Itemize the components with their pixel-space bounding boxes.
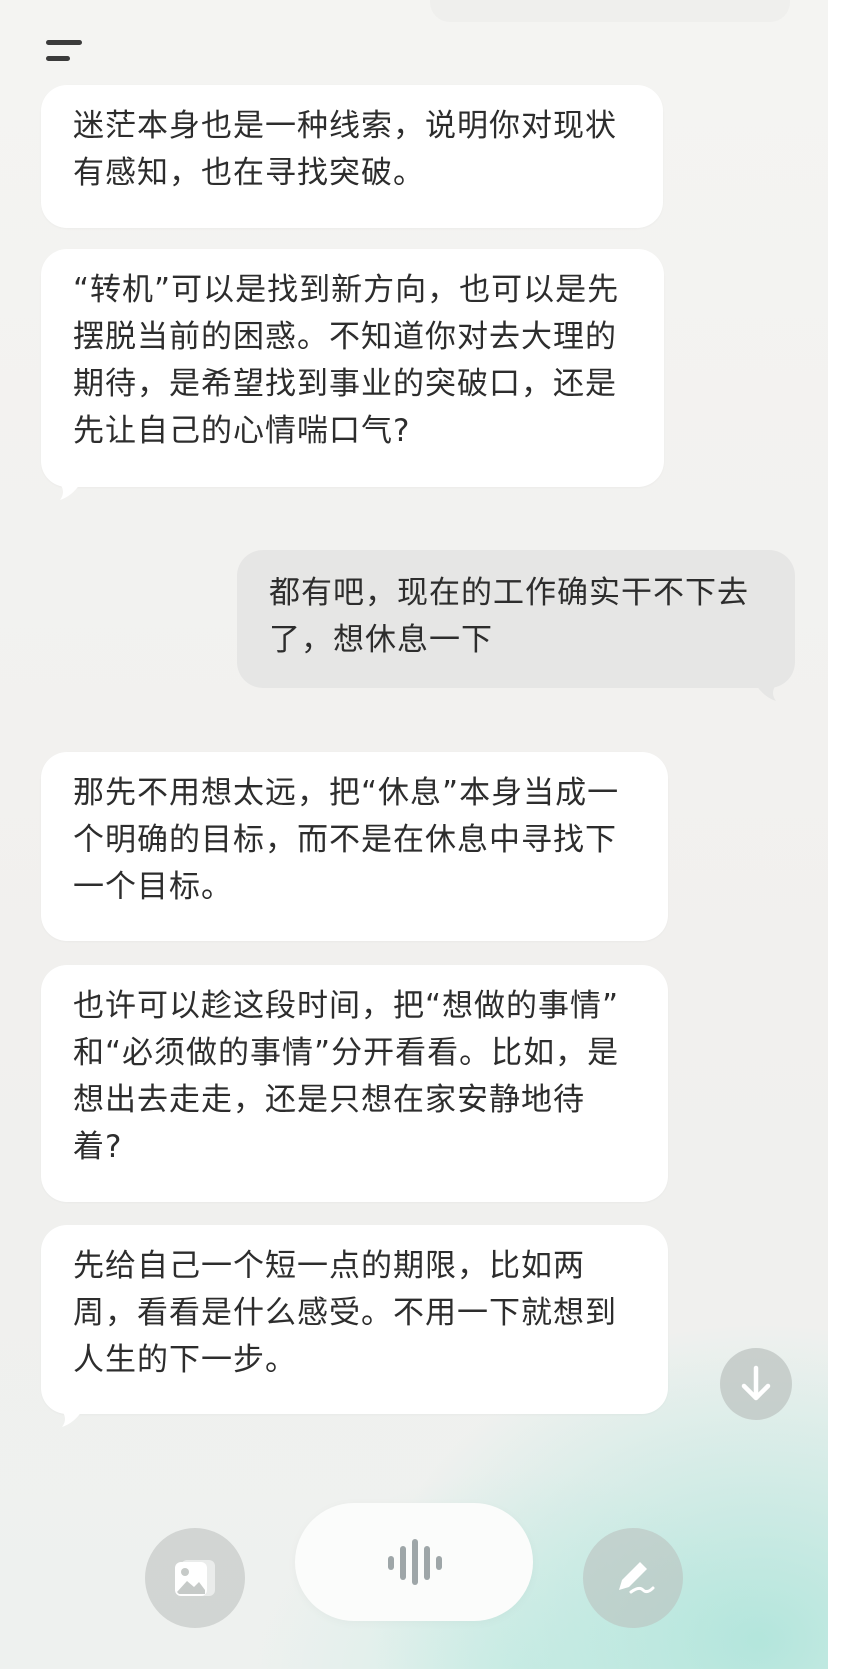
scroll-to-bottom-button[interactable] <box>720 1348 792 1420</box>
screen-edge <box>828 0 842 1669</box>
bubble-tail <box>62 1411 82 1427</box>
bubble-tail <box>756 685 776 701</box>
assistant-message: 也许可以趁这段时间，把“想做的事情” 和“必须做的事情”分开看看。比如，是 想出… <box>41 965 668 1202</box>
top-fade <box>430 0 790 22</box>
image-icon <box>175 1560 215 1596</box>
menu-icon[interactable] <box>46 36 86 70</box>
assistant-message: 迷茫本身也是一种线索，说明你对现状 有感知，也在寻找突破。 <box>41 85 663 228</box>
pen-icon <box>619 1562 655 1594</box>
assistant-message: 先给自己一个短一点的期限，比如两 周，看看是什么感受。不用一下就想到 人生的下一… <box>41 1225 668 1414</box>
chat-screen: 迷茫本身也是一种线索，说明你对现状 有感知，也在寻找突破。 “转机”可以是找到新… <box>0 0 828 1669</box>
voice-wave-icon <box>388 1539 442 1585</box>
write-button[interactable] <box>583 1528 683 1628</box>
voice-input-button[interactable] <box>295 1503 533 1621</box>
assistant-message: 那先不用想太远，把“休息”本身当成一 个明确的目标，而不是在休息中寻找下 一个目… <box>41 752 668 941</box>
image-button[interactable] <box>145 1528 245 1628</box>
arrow-down-icon <box>741 1365 771 1401</box>
user-message: 都有吧，现在的工作确实干不下去 了，想休息一下 <box>237 550 795 688</box>
bubble-tail <box>60 484 80 500</box>
assistant-message: “转机”可以是找到新方向，也可以是先 摆脱当前的困惑。不知道你对去大理的 期待，… <box>41 249 664 487</box>
